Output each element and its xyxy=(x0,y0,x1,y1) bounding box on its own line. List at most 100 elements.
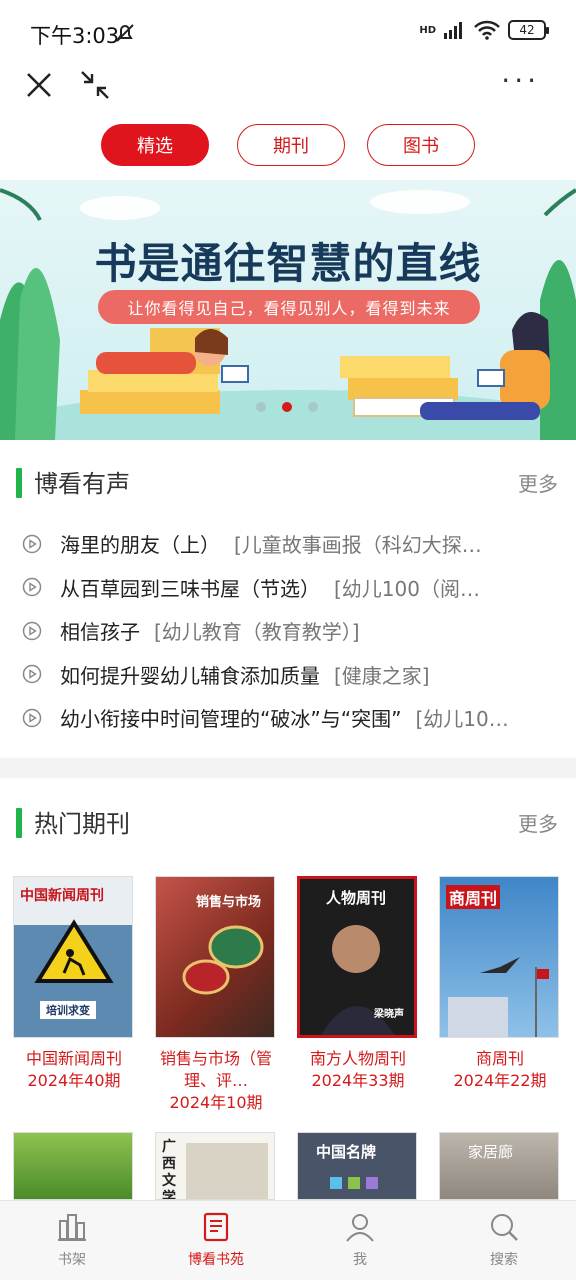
nav-label: 我 xyxy=(353,1252,367,1268)
list-item[interactable]: 海里的朋友（上） [儿童故事画报（科幻大探… xyxy=(0,522,576,566)
tile xyxy=(330,1177,342,1189)
magazine-card[interactable]: 商周刊 商周刊 2024年22期 xyxy=(439,876,561,1092)
audio-tag: [幼儿教育（教育教学）] xyxy=(154,620,360,645)
nav-me[interactable]: 我 xyxy=(310,1211,410,1269)
magazine-card[interactable]: 中国新闻周刊 培训求变 中国新闻周刊 2024年40期 xyxy=(13,876,135,1092)
magazine-cover: 家居廊 xyxy=(439,1132,559,1200)
battery-level: 42 xyxy=(519,23,535,37)
magazine-name: 商周刊 2024年22期 xyxy=(453,1049,547,1090)
section-divider xyxy=(0,758,576,778)
status-time: 下午3:03 xyxy=(30,24,120,48)
nav-search[interactable]: 搜索 xyxy=(454,1211,554,1269)
more-link[interactable]: 更多 xyxy=(518,468,558,497)
section-title: 热门期刊 xyxy=(34,810,130,838)
nav-label: 书架 xyxy=(58,1252,86,1268)
book-icon xyxy=(203,1212,229,1242)
magazine-cover xyxy=(13,1132,133,1200)
play-circle-icon xyxy=(22,665,42,684)
cover-tiles xyxy=(330,1177,378,1189)
network-type: HD xyxy=(419,24,436,36)
magazine-card[interactable]: 销售与市场 销售与市场（管理、评… 2024年10期 xyxy=(155,876,277,1114)
magazine-name: 中国新闻周刊 2024年40期 xyxy=(25,1049,122,1090)
top-bar: ··· xyxy=(0,64,576,120)
magazine-card[interactable] xyxy=(13,1132,135,1200)
bird-illustration xyxy=(448,957,549,1037)
list-item[interactable]: 幼小衔接中时间管理的“破冰”与“突围” [幼儿10… xyxy=(0,696,576,740)
banner-subtitle: 让你看得见自己，看得见别人，看得到未来 xyxy=(98,290,480,324)
audio-section-header: 博看有声 更多 xyxy=(0,462,576,502)
tile xyxy=(348,1177,360,1189)
cover-title: 中国名牌 xyxy=(316,1143,377,1161)
cans-illustration xyxy=(182,925,264,995)
bottom-nav: 书架 博看书苑 我 搜索 xyxy=(0,1200,576,1280)
carousel-dot[interactable] xyxy=(256,402,266,412)
promo-banner[interactable]: 书是通往智慧的直线 让你看得见自己，看得见别人，看得到未来 xyxy=(0,180,576,440)
magazine-cover: 广西文学 xyxy=(155,1132,275,1200)
tab-periodicals[interactable]: 期刊 xyxy=(237,124,345,166)
audio-title: 相信孩子 xyxy=(60,620,140,645)
magazine-name: 销售与市场（管理、评… 2024年10期 xyxy=(159,1049,272,1112)
cover-title: 家居廊 xyxy=(468,1143,514,1161)
carousel-dot-active[interactable] xyxy=(282,402,292,412)
nav-label: 搜索 xyxy=(490,1252,518,1268)
cover-subtitle: 梁晓声 xyxy=(374,1009,404,1020)
audio-text: 如何提升婴幼儿辅食添加质量 [健康之家] xyxy=(60,660,556,689)
user-icon xyxy=(346,1214,374,1242)
tile xyxy=(366,1177,378,1189)
audio-title: 如何提升婴幼儿辅食添加质量 xyxy=(60,663,320,688)
magazine-name: 南方人物周刊 2024年33期 xyxy=(309,1049,406,1090)
magazine-cover: 商周刊 xyxy=(439,876,559,1038)
status-bar: 下午3:03 HD 42 xyxy=(0,0,576,64)
magazine-cover: 人物周刊 梁晓声 xyxy=(297,876,417,1038)
audio-text: 海里的朋友（上） [儿童故事画报（科幻大探… xyxy=(60,529,556,558)
wifi-icon xyxy=(474,20,500,40)
search-icon xyxy=(491,1214,518,1241)
audio-tag: [幼儿100（阅… xyxy=(334,576,480,601)
magazine-cover: 销售与市场 xyxy=(155,876,275,1038)
section-title: 博看有声 xyxy=(34,470,130,498)
audio-text: 相信孩子 [幼儿教育（教育教学）] xyxy=(60,616,556,645)
audio-tag: [幼儿10… xyxy=(415,707,509,732)
magazine-card[interactable]: 家居廊 xyxy=(439,1132,561,1200)
audio-list: 海里的朋友（上） [儿童故事画报（科幻大探… 从百草园到三味书屋（节选） [幼儿10… xyxy=(0,522,576,740)
magazine-card[interactable]: 人物周刊 梁晓声 南方人物周刊 2024年33期 xyxy=(297,876,419,1092)
battery-icon: 42 xyxy=(508,20,549,40)
status-icons: HD 42 xyxy=(419,20,549,40)
nav-label: 博看书苑 xyxy=(188,1252,244,1268)
category-tabs: 精选 期刊 图书 xyxy=(0,124,576,170)
audio-title: 海里的朋友（上） xyxy=(60,533,220,558)
list-item[interactable]: 如何提升婴幼儿辅食添加质量 [健康之家] xyxy=(0,653,576,697)
section-accent-bar xyxy=(16,808,22,838)
cover-subtitle: 培训求变 xyxy=(40,1001,96,1019)
magazine-card[interactable]: 广西文学 xyxy=(155,1132,277,1200)
signal-icon xyxy=(444,22,462,39)
list-item[interactable]: 从百草园到三味书屋（节选） [幼儿100（阅… xyxy=(0,566,576,610)
cover-panel xyxy=(186,1143,268,1199)
minimize-icon[interactable] xyxy=(78,68,112,102)
banner-title: 书是通往智慧的直线 xyxy=(94,239,482,288)
magazine-section-header: 热门期刊 更多 xyxy=(0,802,576,842)
play-circle-icon xyxy=(22,578,42,597)
bookshelf-icon xyxy=(58,1214,86,1241)
audio-title: 幼小衔接中时间管理的“破冰”与“突围” xyxy=(60,707,402,732)
nav-bokan-shuyuan[interactable]: 博看书苑 xyxy=(166,1211,266,1269)
magazine-cover: 中国名牌 xyxy=(297,1132,417,1200)
play-circle-icon xyxy=(22,621,42,640)
play-circle-icon xyxy=(22,534,42,553)
cover-title: 广西文学 xyxy=(162,1139,176,1200)
audio-title: 从百草园到三味书屋（节选） xyxy=(60,576,320,601)
more-options-icon[interactable]: ··· xyxy=(501,64,540,97)
magazine-cover: 中国新闻周刊 培训求变 xyxy=(13,876,133,1038)
more-link[interactable]: 更多 xyxy=(518,808,558,837)
nav-bookshelf[interactable]: 书架 xyxy=(22,1211,122,1269)
carousel-dots xyxy=(256,402,318,412)
magazine-card[interactable]: 中国名牌 xyxy=(297,1132,419,1200)
carousel-dot[interactable] xyxy=(308,402,318,412)
section-accent-bar xyxy=(16,468,22,498)
tab-books[interactable]: 图书 xyxy=(367,124,475,166)
audio-text: 从百草园到三味书屋（节选） [幼儿100（阅… xyxy=(60,573,556,602)
audio-tag: [儿童故事画报（科幻大探… xyxy=(234,533,482,558)
list-item[interactable]: 相信孩子 [幼儿教育（教育教学）] xyxy=(0,609,576,653)
close-icon[interactable] xyxy=(22,68,56,102)
tab-featured[interactable]: 精选 xyxy=(101,124,209,166)
